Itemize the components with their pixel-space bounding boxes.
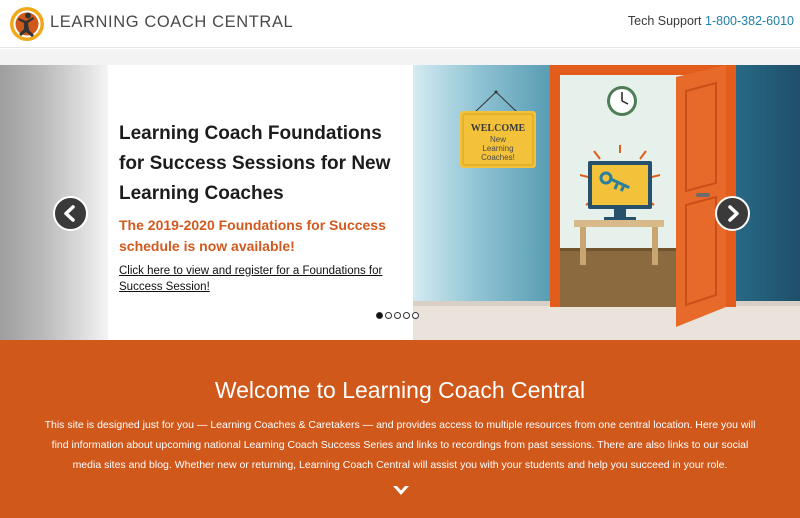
welcome-section: Welcome to Learning Coach Central This s… [0,340,800,518]
sign-learning: Learning [482,144,513,153]
register-link[interactable]: Click here to view and register for a Fo… [119,263,409,295]
tech-support: Tech Support 1-800-382-6010 [628,14,794,28]
tech-support-phone[interactable]: 1-800-382-6010 [705,14,794,28]
slide-title: Learning Coach Foundations for Success S… [119,123,391,204]
logo-icon[interactable] [9,6,45,42]
brand-name[interactable]: LEARNING COACH CENTRAL [50,13,293,32]
hero-carousel: WELCOME New Learning Coaches! Learning C… [0,65,800,340]
header-spacer [0,49,800,65]
sign-new: New [490,135,506,144]
sign-coaches: Coaches! [481,153,515,162]
carousel-pagination [376,307,421,320]
chevron-down-icon[interactable] [392,485,410,497]
tech-support-label: Tech Support [627,14,702,28]
arrow-right-icon [728,205,739,222]
welcome-title: Welcome to Learning Coach Central [214,377,586,403]
site-header: LEARNING COACH CENTRAL Tech Support 1-80… [0,0,800,48]
slide-subtitle: The 2019-2020 Foundations for Success sc… [119,217,386,254]
carousel-next-button[interactable] [715,196,750,231]
arrow-left-icon [64,205,75,222]
sign-welcome: WELCOME [471,123,526,134]
welcome-text: This site is designed just for you — Lea… [44,419,756,471]
carousel-prev-button[interactable] [53,196,88,231]
